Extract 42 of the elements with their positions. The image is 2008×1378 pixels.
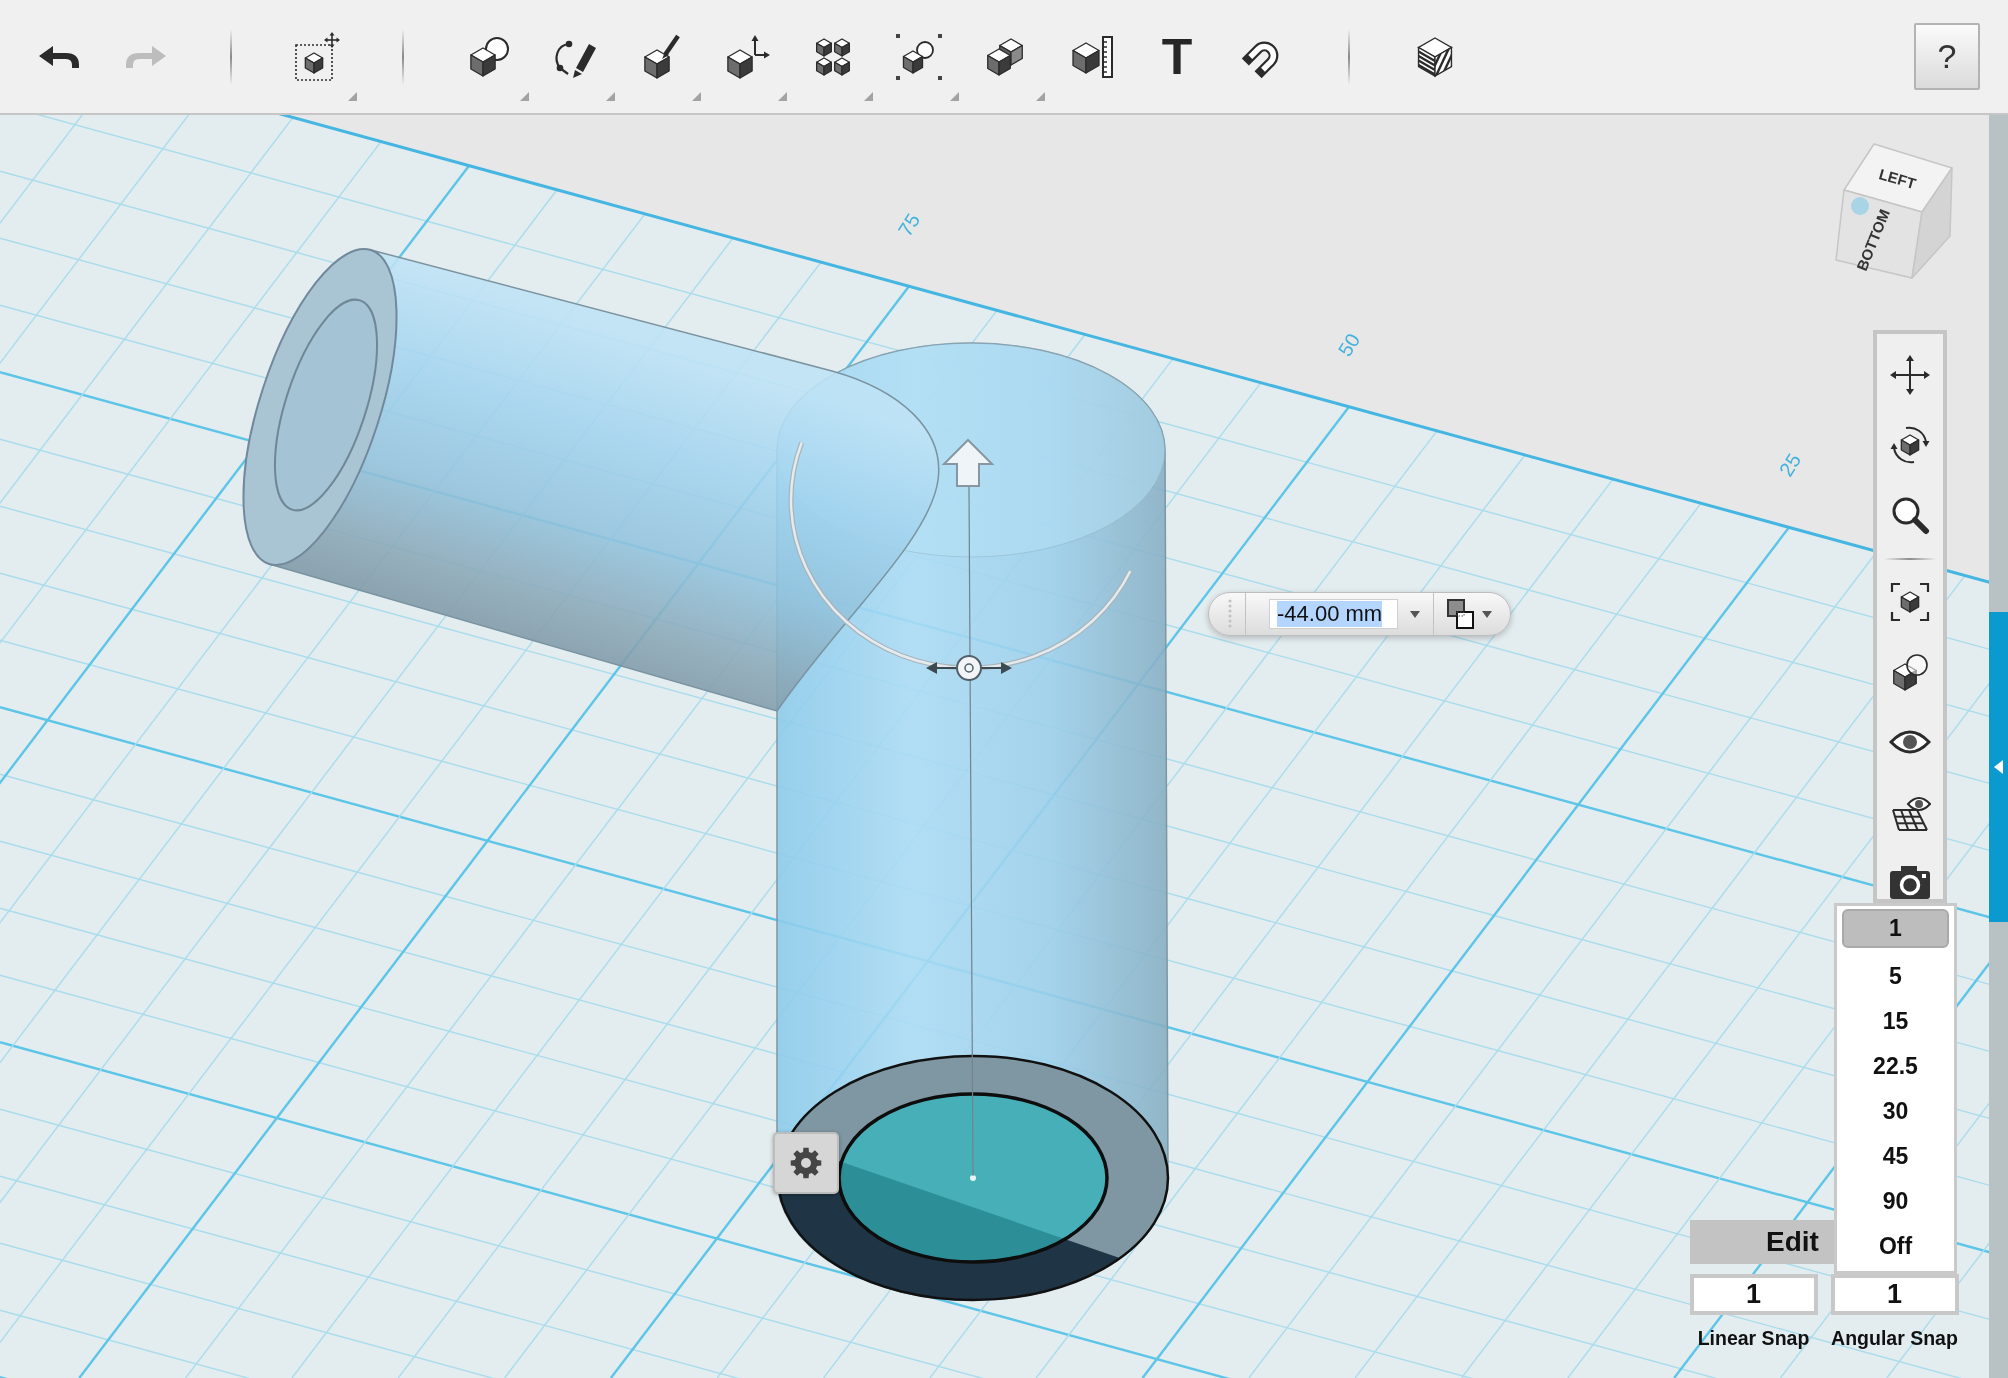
dropdown-arrow-icon[interactable] — [1482, 610, 1492, 618]
overlapping-squares-icon[interactable] — [1447, 599, 1474, 629]
menu-option[interactable]: 1 — [1842, 909, 1949, 948]
grid-label: 75 — [893, 209, 925, 241]
four-cubes-icon[interactable] — [814, 36, 852, 77]
help-button[interactable]: ? — [1914, 23, 1980, 90]
view-cube-label: LEFT — [1877, 165, 1918, 193]
menu-option[interactable]: 90 — [1842, 1179, 1949, 1224]
snap-field[interactable]: 1 — [1689, 1274, 1818, 1315]
gear-icon — [790, 1147, 822, 1179]
panel-toggle-tab[interactable] — [1989, 612, 2008, 922]
cube-circle-corners-icon[interactable] — [896, 33, 942, 80]
menu-option[interactable]: 30 — [1842, 1089, 1949, 1134]
menu-option[interactable]: Off — [1842, 1224, 1949, 1269]
cube-axes-icon[interactable] — [724, 34, 770, 79]
grid-label: 50 — [1333, 329, 1365, 361]
snap-field[interactable]: 1 — [1830, 1274, 1959, 1315]
dropdown-arrow-icon[interactable] — [1410, 610, 1420, 618]
rotation-handle[interactable] — [926, 655, 1012, 681]
grid-label: 25 — [1774, 449, 1806, 481]
menu-option[interactable]: 15 — [1842, 999, 1949, 1044]
four-way-arrow-icon[interactable] — [1890, 355, 1930, 395]
up-arrow-handle[interactable] — [941, 438, 995, 487]
left-triangle-icon[interactable] — [1994, 760, 2003, 774]
edit-grid-button[interactable]: Edit — [1690, 1220, 1834, 1264]
grip-handle-icon[interactable] — [1227, 599, 1233, 629]
camera-icon[interactable] — [1889, 864, 1931, 899]
menu-option[interactable]: 22.5 — [1842, 1044, 1949, 1089]
menu-option[interactable]: 5 — [1842, 954, 1949, 999]
cube-selection-icon[interactable] — [294, 31, 340, 82]
view-cube[interactable] — [1835, 143, 1953, 279]
menu-option[interactable]: 45 — [1842, 1134, 1949, 1179]
text-tool-button[interactable]: T — [1161, 31, 1193, 82]
eye-icon[interactable] — [1889, 728, 1931, 756]
undo-arrow-icon[interactable] — [38, 44, 80, 69]
snap-label: Angular Snap — [1831, 1327, 1958, 1350]
value-input[interactable]: -44.00 mm — [1269, 599, 1398, 629]
magnifier-icon[interactable] — [1890, 495, 1930, 535]
settings-button[interactable] — [773, 1132, 839, 1194]
cube-brackets-icon[interactable] — [1890, 582, 1930, 622]
cube-sphere-icon[interactable] — [467, 35, 511, 78]
value-text: -44.00 mm — [1277, 601, 1383, 627]
